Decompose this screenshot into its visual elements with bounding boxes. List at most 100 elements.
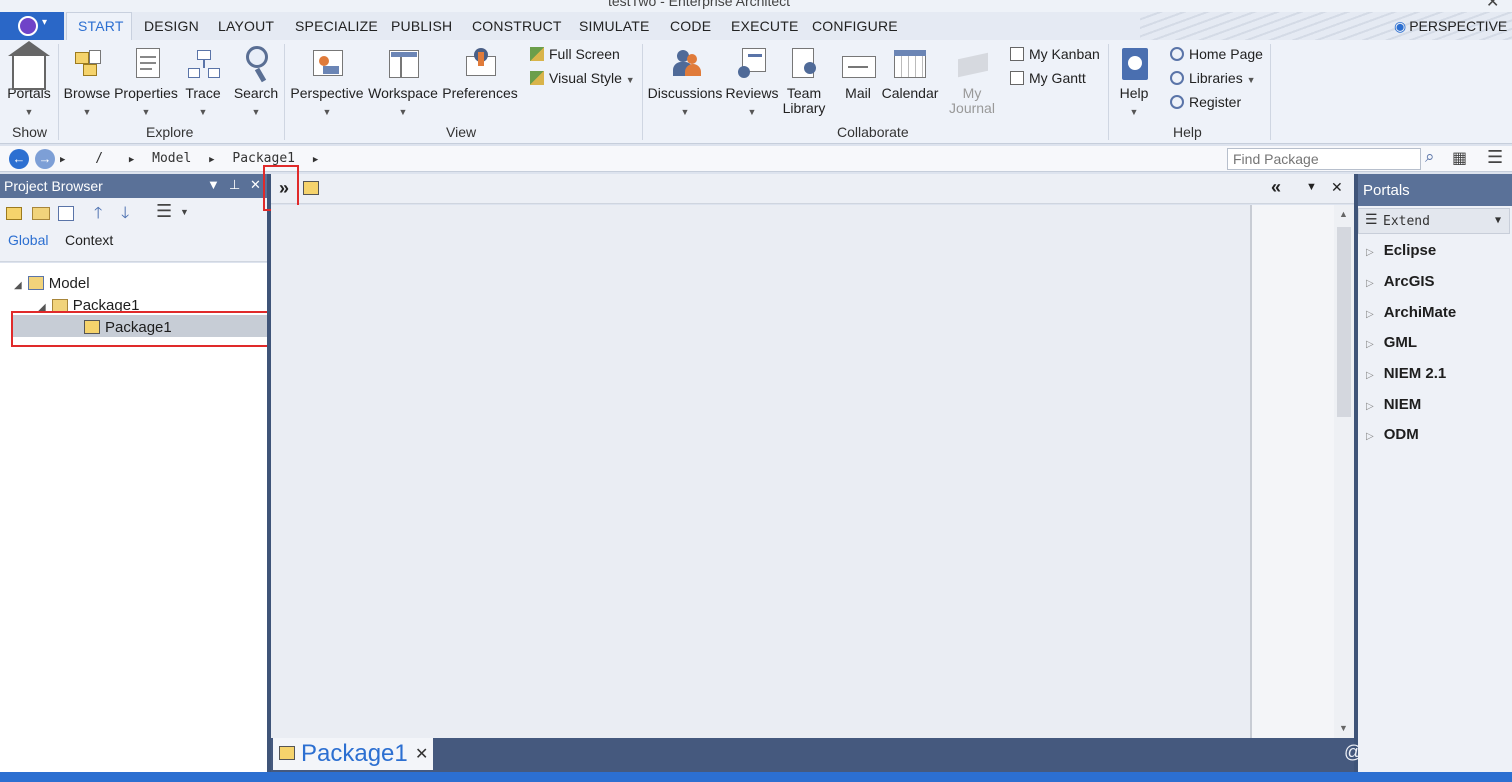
- move-down-icon[interactable]: 🡓: [121, 202, 129, 229]
- properties-icon: [128, 44, 164, 82]
- breadcrumb-model[interactable]: Model: [152, 151, 191, 166]
- expand-triangle-icon[interactable]: ◢: [14, 280, 22, 291]
- forward-arrow-icon[interactable]: →: [35, 149, 55, 169]
- mail-button[interactable]: Mail: [836, 44, 880, 101]
- chevron-down-icon[interactable]: ▼: [1306, 181, 1317, 193]
- tab-configure[interactable]: CONFIGURE: [812, 18, 898, 34]
- help-button[interactable]: Help ▼: [1112, 44, 1156, 120]
- tab-publish[interactable]: PUBLISH: [391, 18, 452, 34]
- search-icon[interactable]: ⌕: [1425, 147, 1435, 167]
- portal-item-archimate[interactable]: ▷ ArchiMate: [1366, 304, 1456, 321]
- portal-item-label: ODM: [1383, 426, 1419, 443]
- portal-item-odm[interactable]: ▷ ODM: [1366, 426, 1419, 443]
- trace-button[interactable]: Trace ▼: [182, 44, 224, 120]
- tab-layout[interactable]: LAYOUT: [218, 18, 274, 34]
- find-package-input[interactable]: [1227, 148, 1421, 170]
- project-browser-header: Project Browser ▼ ⊥ ✕: [0, 174, 267, 198]
- tab-start[interactable]: START: [78, 18, 124, 34]
- close-tab-icon[interactable]: ✕: [415, 744, 428, 764]
- app-menu-button[interactable]: ▾: [0, 12, 64, 40]
- tab-execute[interactable]: EXECUTE: [731, 18, 799, 34]
- full-screen-icon: [530, 47, 544, 61]
- home-page-label: Home Page: [1189, 46, 1263, 62]
- portal-item-arcgis[interactable]: ▷ ArcGIS: [1366, 273, 1435, 290]
- tab-code[interactable]: CODE: [670, 18, 711, 34]
- breadcrumb-root[interactable]: /: [95, 151, 103, 166]
- expand-triangle-icon: ▷: [1366, 431, 1374, 442]
- calendar-button[interactable]: Calendar: [880, 44, 940, 101]
- scrollbar-thumb[interactable]: [1337, 227, 1351, 417]
- workspace-button[interactable]: Workspace ▼: [366, 44, 440, 120]
- properties-button[interactable]: Properties ▼: [112, 44, 180, 120]
- portal-item-gml[interactable]: ▷ GML: [1366, 334, 1417, 351]
- portals-dropdown-value: Extend: [1383, 214, 1430, 229]
- portal-item-label: ArchiMate: [1383, 304, 1457, 321]
- options-menu-icon[interactable]: ☰: [156, 201, 172, 222]
- preferences-button[interactable]: Preferences: [440, 44, 520, 101]
- perspective-button[interactable]: ◉ PERSPECTIVE: [1394, 18, 1507, 35]
- scroll-up-icon[interactable]: ▲: [1339, 209, 1348, 219]
- chevron-down-icon[interactable]: ▼: [207, 177, 220, 192]
- tab-simulate[interactable]: SIMULATE: [579, 18, 650, 34]
- perspective-ribbon-button[interactable]: Perspective ▼: [288, 44, 366, 120]
- tab-specialize[interactable]: SPECIALIZE: [295, 18, 378, 34]
- grid-options-icon[interactable]: ▦: [1452, 148, 1467, 168]
- tab-context[interactable]: Context: [65, 232, 113, 248]
- journal-icon: [954, 44, 990, 82]
- tree-node-model[interactable]: ◢ Model: [14, 275, 90, 292]
- portal-item-niem[interactable]: ▷ NIEM: [1366, 396, 1421, 413]
- visual-style-button[interactable]: Visual Style ▼: [530, 70, 635, 86]
- portal-item-niem-2-1[interactable]: ▷ NIEM 2.1: [1366, 365, 1446, 382]
- vertical-scrollbar[interactable]: ▲ ▼: [1334, 205, 1354, 738]
- register-button[interactable]: Register: [1170, 94, 1241, 110]
- portal-item-eclipse[interactable]: ▷ Eclipse: [1366, 242, 1436, 259]
- team-library-button[interactable]: Team Library: [780, 44, 828, 116]
- my-label: My: [962, 85, 982, 101]
- my-gantt-button[interactable]: My Gantt: [1010, 70, 1086, 86]
- pin-icon[interactable]: ⊥: [229, 177, 240, 193]
- full-screen-button[interactable]: Full Screen: [530, 46, 620, 62]
- globe-icon: [1170, 95, 1184, 109]
- chevron-down-icon[interactable]: ▼: [180, 207, 189, 217]
- browse-button[interactable]: Browse ▼: [62, 44, 112, 120]
- library-label: Library: [782, 100, 826, 116]
- libraries-button[interactable]: Libraries ▼: [1170, 70, 1256, 86]
- move-up-icon[interactable]: 🡑: [94, 202, 102, 229]
- tab-construct[interactable]: CONSTRUCT: [472, 18, 562, 34]
- highlight-selected-node: [11, 311, 276, 347]
- chevron-down-icon: ▼: [141, 107, 151, 117]
- list-icon: ☰: [1365, 212, 1378, 228]
- my-journal-button[interactable]: My Journal: [946, 44, 998, 116]
- portals-dropdown[interactable]: ☰ Extend ▼: [1358, 208, 1510, 234]
- breadcrumb-package1[interactable]: Package1: [232, 151, 295, 166]
- reviews-button[interactable]: Reviews ▼: [724, 44, 780, 120]
- new-diagram-icon[interactable]: [58, 206, 74, 221]
- close-icon[interactable]: ✕: [1331, 179, 1343, 196]
- diagram-toolbar: » « ▼ ✕: [271, 174, 1354, 204]
- breadcrumb-chevron-icon[interactable]: ▶: [313, 155, 318, 165]
- new-folder-icon[interactable]: [32, 207, 50, 220]
- project-browser-toolbar: 🡑 🡓 ☰ ▼: [0, 198, 267, 228]
- document-tab-package1[interactable]: Package1 ✕: [273, 738, 433, 770]
- hamburger-menu-icon[interactable]: ☰: [1487, 147, 1503, 168]
- tab-design[interactable]: DESIGN: [144, 18, 199, 34]
- window-close-icon[interactable]: ✕: [1486, 0, 1499, 12]
- search-button[interactable]: Search ▼: [232, 44, 280, 120]
- trace-label: Trace: [185, 85, 221, 101]
- tab-global[interactable]: Global: [8, 232, 48, 248]
- collapse-panel-icon[interactable]: «: [1271, 177, 1281, 198]
- home-page-button[interactable]: Home Page: [1170, 46, 1263, 62]
- scroll-down-icon[interactable]: ▼: [1339, 723, 1348, 733]
- discussions-button[interactable]: Discussions ▼: [646, 44, 724, 120]
- chevron-down-icon: ▼: [747, 107, 757, 117]
- close-icon[interactable]: ✕: [250, 177, 261, 193]
- new-model-icon[interactable]: [6, 207, 22, 220]
- portal-item-label: Eclipse: [1383, 242, 1437, 259]
- ribbon-separator: [642, 44, 643, 140]
- diagram-canvas[interactable]: [271, 205, 1250, 738]
- portals-button[interactable]: Portals ▼: [4, 41, 54, 120]
- portal-item-label: ArcGIS: [1383, 273, 1435, 290]
- watermark-text: @稀土掘金技术社区: [1344, 742, 1507, 762]
- my-kanban-button[interactable]: My Kanban: [1010, 46, 1100, 62]
- back-arrow-icon[interactable]: ←: [9, 149, 29, 169]
